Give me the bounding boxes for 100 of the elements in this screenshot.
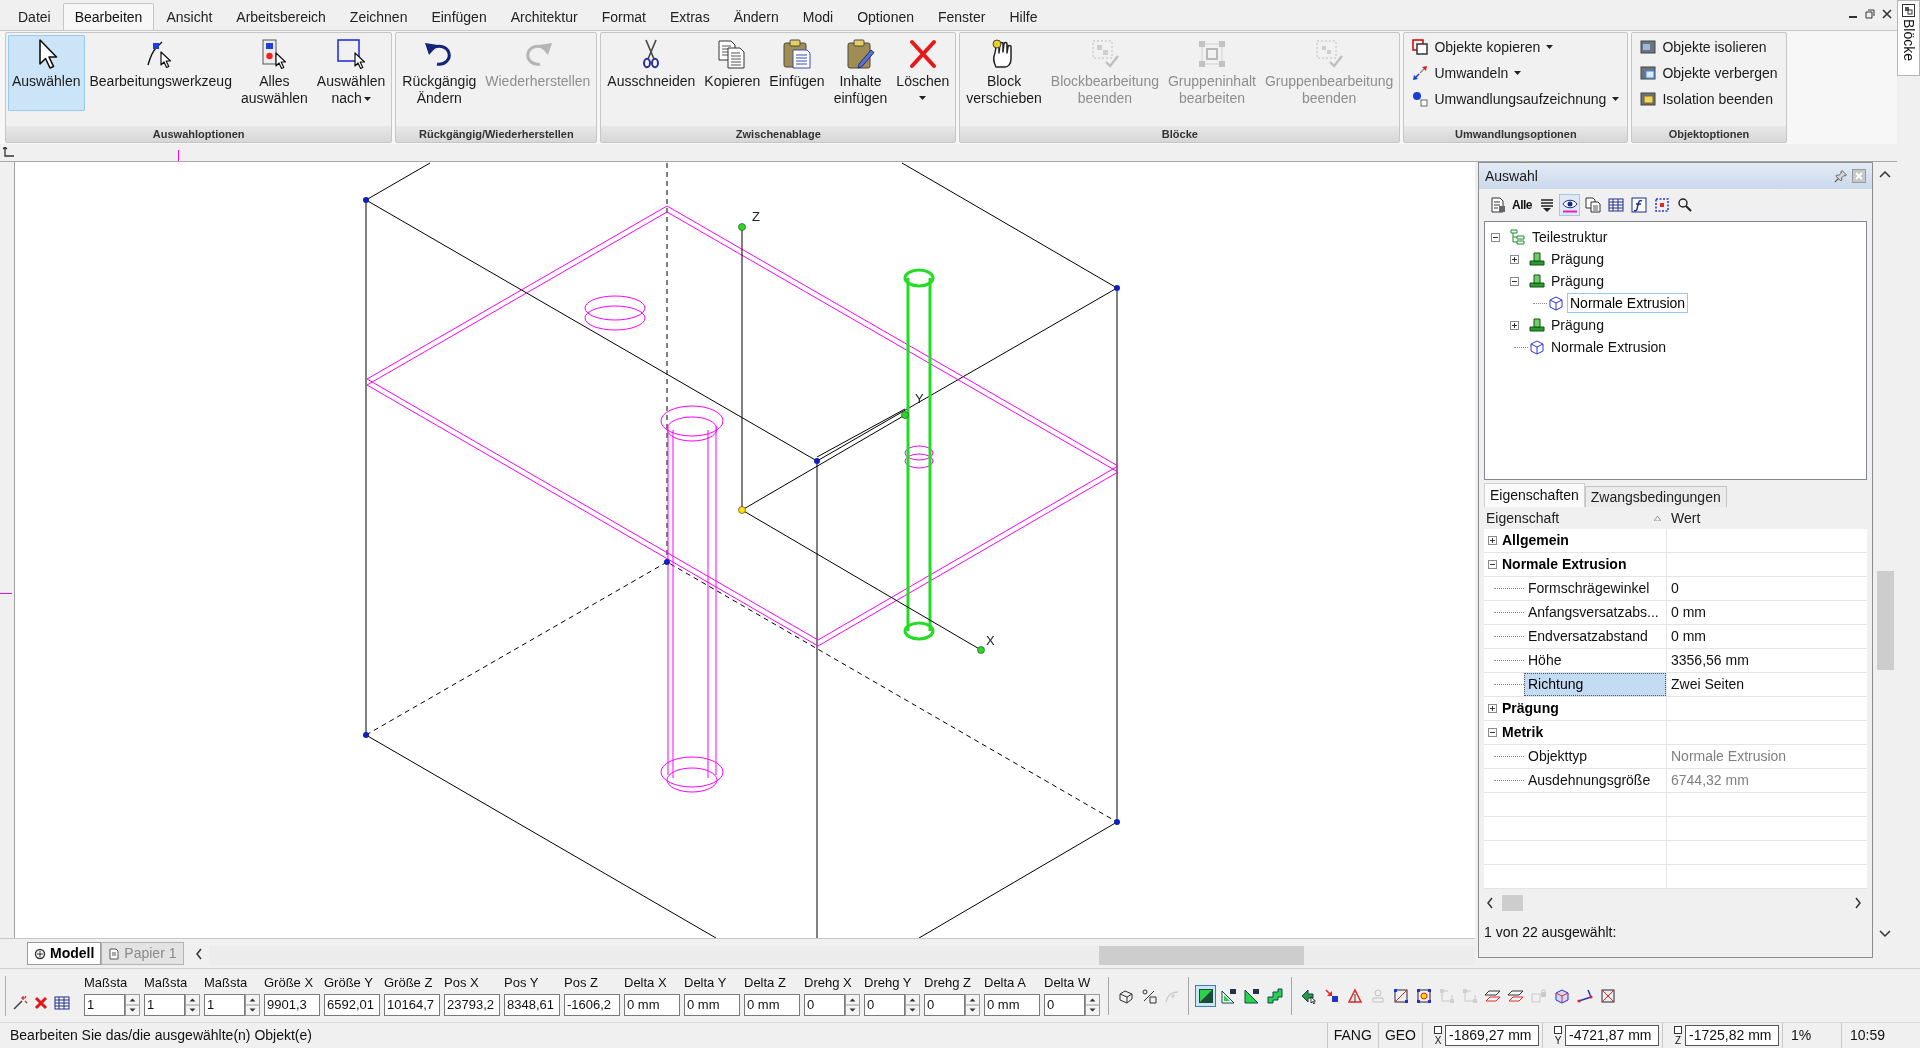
menu-item[interactable]: Hilfe xyxy=(997,3,1050,30)
value-field[interactable]: 10164,7 xyxy=(384,994,440,1016)
property-value[interactable]: Zwei Seiten xyxy=(1667,673,1745,696)
value-field[interactable]: 1 xyxy=(84,994,125,1016)
value-field[interactable]: -1606,2 xyxy=(564,994,620,1016)
coordinate-checkbox[interactable] xyxy=(1674,1026,1682,1034)
menu-item[interactable]: Zeichnen xyxy=(337,3,420,30)
ribbon-button[interactable]: Einfügen xyxy=(765,35,829,111)
column-header[interactable]: Wert xyxy=(1667,507,1701,529)
tree-item[interactable]: Teilestruktur xyxy=(1529,227,1611,247)
ribbon-button[interactable]: Bearbeitungswerkzeug xyxy=(85,35,236,111)
minus-box-icon[interactable] xyxy=(1488,728,1497,737)
property-name[interactable]: Objekttyp xyxy=(1524,745,1666,768)
plus-box-icon[interactable] xyxy=(1510,254,1519,264)
scrollbar-thumb[interactable] xyxy=(1502,895,1523,911)
value-field[interactable]: 0 xyxy=(1044,994,1085,1016)
ribbon-button[interactable]: Rückgängig Ändern xyxy=(398,35,481,111)
panel-tab[interactable]: Eigenschaften xyxy=(1484,483,1585,507)
chevron-up-icon[interactable] xyxy=(1879,170,1891,178)
value-field[interactable]: 1 xyxy=(144,994,185,1016)
spin-buttons[interactable] xyxy=(965,994,980,1016)
menu-item[interactable]: Modi xyxy=(790,3,846,30)
value-field[interactable]: 0 mm xyxy=(984,994,1040,1016)
value-field[interactable]: 9901,3 xyxy=(264,994,320,1016)
minus-box-icon[interactable] xyxy=(1488,560,1497,569)
value-field[interactable]: 0 xyxy=(924,994,965,1016)
panel-tab[interactable]: Zwangsbedingungen xyxy=(1584,486,1727,507)
property-name[interactable]: Formschrägewinkel xyxy=(1524,577,1666,600)
coordinate-checkbox[interactable] xyxy=(1554,1026,1562,1034)
property-name[interactable]: Höhe xyxy=(1524,649,1666,672)
value-field[interactable]: 0 mm xyxy=(624,994,680,1016)
ribbon-button[interactable]: Alles auswählen xyxy=(236,35,312,111)
tree-item[interactable]: Prägung xyxy=(1548,249,1607,269)
ribbon-button[interactable]: Objekte isolieren xyxy=(1637,34,1781,60)
ribbon-button[interactable]: Auswählen nach xyxy=(312,35,390,111)
value-field[interactable]: 8348,61 xyxy=(504,994,560,1016)
ribbon-button[interactable]: Block verschieben xyxy=(962,35,1046,111)
side-tab[interactable]: Blöcke xyxy=(1897,0,1920,76)
spin-buttons[interactable] xyxy=(905,994,920,1016)
close-icon[interactable] xyxy=(1882,9,1892,19)
chevron-left-icon[interactable] xyxy=(1486,897,1494,909)
minus-box-icon[interactable] xyxy=(1510,276,1519,286)
column-header[interactable]: Eigenschaft xyxy=(1486,507,1560,529)
value-field[interactable]: 0 xyxy=(804,994,845,1016)
ribbon-button[interactable]: Objekte verbergen xyxy=(1637,60,1781,86)
value-field[interactable]: 0 mm xyxy=(744,994,800,1016)
tool-button[interactable] xyxy=(1195,984,1216,1007)
plus-box-icon[interactable] xyxy=(1488,536,1497,545)
ribbon-button[interactable]: Umwandeln xyxy=(1409,60,1623,86)
coordinate-checkbox[interactable] xyxy=(1434,1026,1442,1034)
value-field[interactable]: 1 xyxy=(204,994,245,1016)
property-value[interactable]: 0 mm xyxy=(1667,625,1706,648)
table-icon[interactable] xyxy=(54,994,70,1011)
property-name[interactable]: Endversatzabstand xyxy=(1524,625,1666,648)
menu-item[interactable]: Architektur xyxy=(498,3,590,30)
coordinate-field[interactable]: -4721,87 mm xyxy=(1565,1025,1659,1046)
ribbon-button[interactable]: Inhalte einfügen xyxy=(829,35,892,111)
property-value[interactable]: 0 xyxy=(1667,577,1679,600)
property-value[interactable]: 0 mm xyxy=(1667,601,1706,624)
ribbon-button[interactable]: Objekte kopieren xyxy=(1409,34,1623,60)
ribbon-button[interactable]: Isolation beenden xyxy=(1637,86,1781,112)
spin-buttons[interactable] xyxy=(845,994,860,1016)
property-value[interactable]: Normale Extrusion xyxy=(1667,745,1787,768)
value-field[interactable]: 6592,01 xyxy=(324,994,380,1016)
value-field[interactable]: 0 xyxy=(864,994,905,1016)
property-name[interactable]: Anfangsversatzabs... xyxy=(1524,601,1666,624)
coordinate-field[interactable]: -1725,82 mm xyxy=(1685,1025,1779,1046)
value-field[interactable]: 0 mm xyxy=(684,994,740,1016)
menu-item[interactable]: Arbeitsbereich xyxy=(224,3,338,30)
ribbon-button[interactable]: Ausschneiden xyxy=(603,35,700,111)
restore-icon[interactable] xyxy=(1865,9,1875,19)
pushpin-icon[interactable] xyxy=(1834,169,1848,183)
x-mark-icon[interactable] xyxy=(33,994,49,1011)
chevron-down-icon[interactable] xyxy=(1879,930,1891,938)
ribbon-button[interactable]: Löschen xyxy=(892,35,954,111)
menu-item[interactable]: Fenster xyxy=(926,3,998,30)
tree-item[interactable]: Prägung xyxy=(1548,271,1607,291)
property-value[interactable]: 6744,32 mm xyxy=(1667,769,1749,792)
spin-buttons[interactable] xyxy=(185,994,200,1016)
menu-item[interactable]: Format xyxy=(589,3,658,30)
chevron-left-icon[interactable] xyxy=(194,948,203,960)
minus-box-icon[interactable] xyxy=(1491,232,1500,242)
scrollbar-thumb[interactable] xyxy=(1098,946,1304,965)
spin-buttons[interactable] xyxy=(245,994,260,1016)
toolbar-button[interactable] xyxy=(1559,194,1580,216)
toolbar-button[interactable] xyxy=(1628,194,1649,216)
tree-item[interactable]: Normale Extrusion xyxy=(1567,293,1689,313)
property-value[interactable]: 3356,56 mm xyxy=(1667,649,1749,672)
scrollbar-thumb[interactable] xyxy=(1876,571,1894,670)
wand-icon[interactable] xyxy=(12,994,28,1011)
ribbon-button[interactable]: Kopieren xyxy=(700,35,765,111)
ribbon-button[interactable]: Auswählen xyxy=(8,35,85,111)
coordinate-field[interactable]: -1869,27 mm xyxy=(1445,1025,1539,1046)
menu-item[interactable]: Bearbeiten xyxy=(62,3,155,30)
ribbon-button[interactable]: Umwandlungsaufzeichnung xyxy=(1409,86,1623,112)
menu-item[interactable]: Ändern xyxy=(721,3,791,30)
property-name[interactable]: Richtung xyxy=(1524,673,1666,696)
spin-buttons[interactable] xyxy=(1085,994,1100,1016)
property-name[interactable]: Ausdehnungsgröße xyxy=(1524,769,1666,792)
tree-item[interactable]: Prägung xyxy=(1548,315,1607,335)
